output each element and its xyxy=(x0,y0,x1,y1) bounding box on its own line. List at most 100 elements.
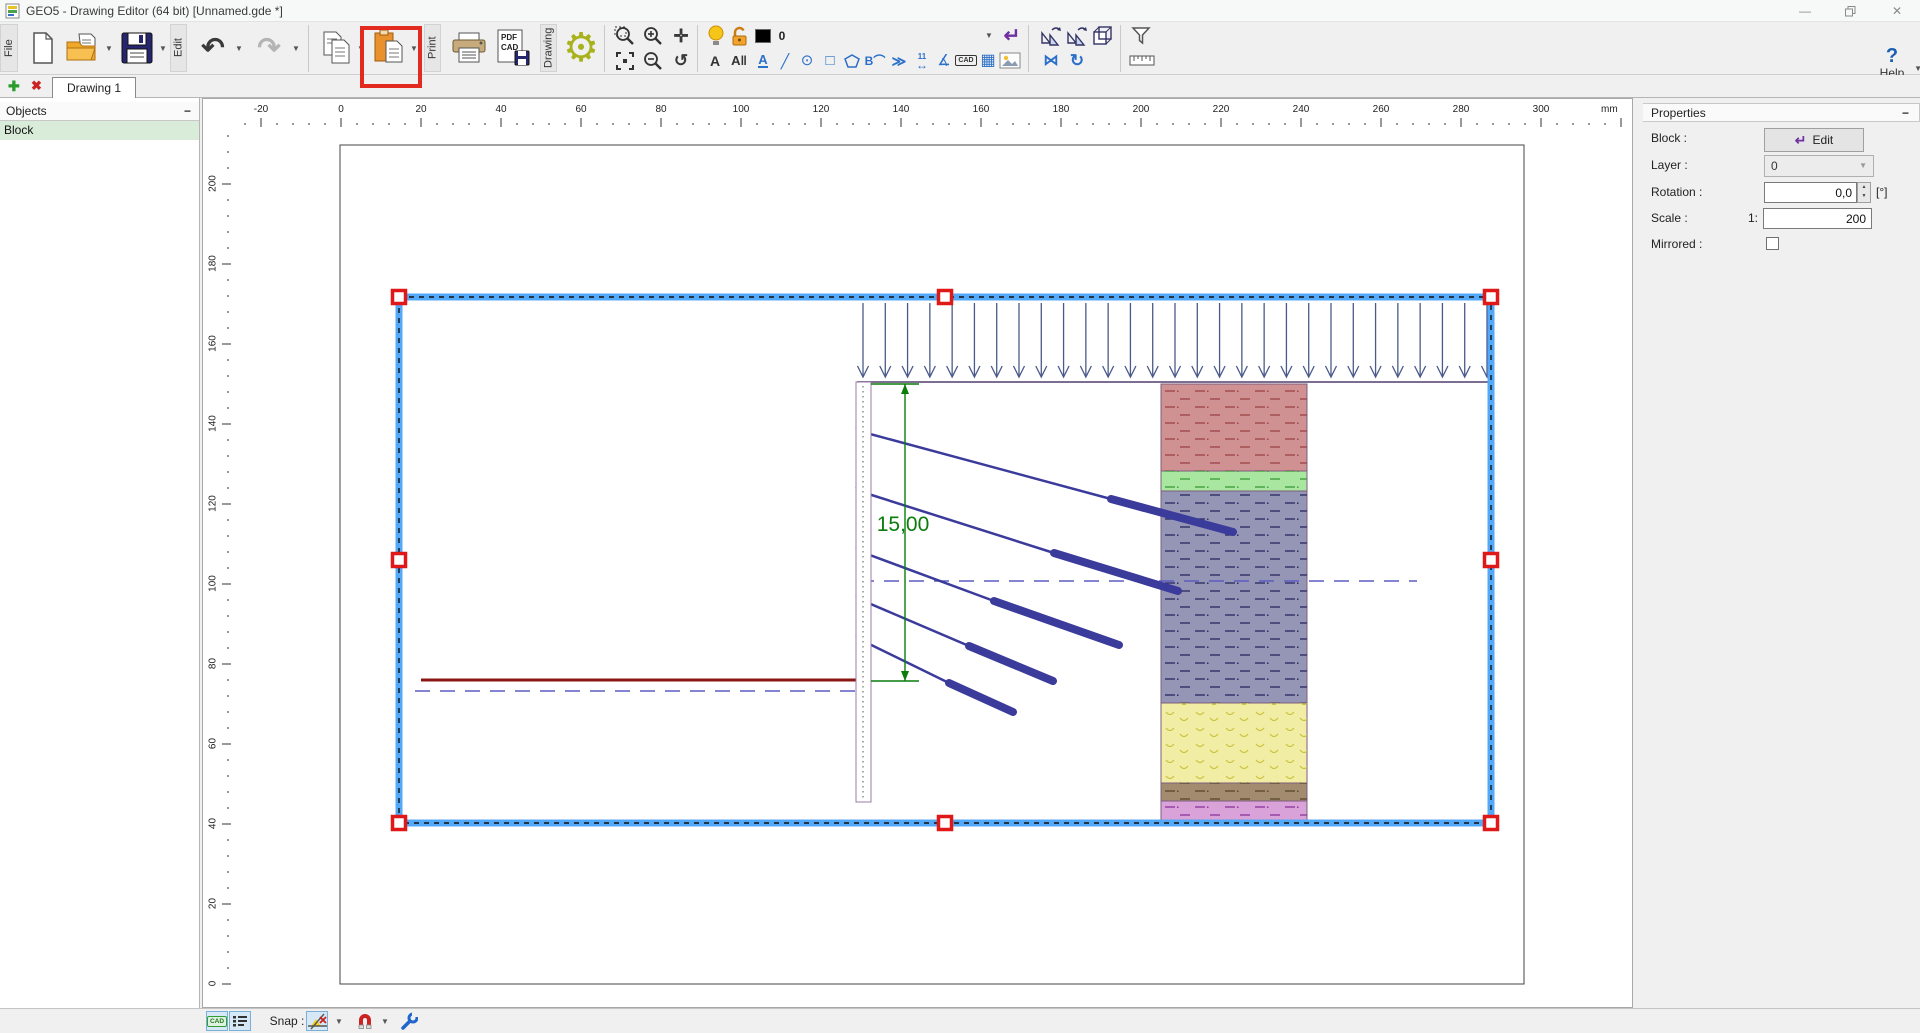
paste-format-icon[interactable] xyxy=(1064,24,1090,47)
drawing-area[interactable]: 15,00 xyxy=(203,99,1632,1007)
rotation-input[interactable]: 0,0 xyxy=(1764,182,1857,203)
save-icon[interactable] xyxy=(118,24,156,72)
magnet-snap-icon[interactable] xyxy=(354,1011,376,1031)
color-dropdown-field[interactable] xyxy=(748,26,998,46)
title-bar: GEO5 - Drawing Editor (64 bit) [Unnamed.… xyxy=(0,0,1920,22)
polygon-tool-icon[interactable] xyxy=(841,49,863,72)
block-edit-button[interactable]: ↵ Edit xyxy=(1764,128,1864,152)
multiline-tool-icon[interactable]: ≫ xyxy=(888,49,910,72)
copy-icon[interactable] xyxy=(318,24,356,72)
rotation-spinner[interactable]: ▲▼ xyxy=(1857,182,1871,203)
drawing-button[interactable]: Drawing xyxy=(540,24,557,72)
apply-style-icon[interactable]: ↵ xyxy=(1000,24,1024,47)
pan-icon[interactable]: ✛ xyxy=(668,24,694,47)
new-document-icon[interactable] xyxy=(26,24,60,72)
add-tab-icon[interactable]: ✚ xyxy=(8,78,20,95)
text-column-tool-icon[interactable]: A‖ xyxy=(727,49,751,72)
visibility-bulb-icon[interactable] xyxy=(704,24,728,47)
properties-panel: Properties − Block : ↵ Edit Layer : 0 ▼ … xyxy=(1643,98,1920,1008)
mirror-icon[interactable]: ⋈ xyxy=(1038,49,1064,72)
selection-handle[interactable] xyxy=(393,291,406,304)
snap-mode-dropdown[interactable]: ▼ xyxy=(333,1011,345,1031)
ruler-settings-icon[interactable] xyxy=(1128,49,1156,72)
layer-dropdown-caret: ▼ xyxy=(1859,161,1867,170)
help-dropdown[interactable]: ▼ xyxy=(1914,64,1920,73)
zoom-previous-icon[interactable]: ↺ xyxy=(668,49,694,72)
open-file-icon[interactable] xyxy=(64,24,102,72)
selection-handle[interactable] xyxy=(1485,554,1498,567)
printer-icon[interactable] xyxy=(448,24,490,72)
scale-input[interactable]: 200 xyxy=(1763,208,1872,229)
mirrored-label: Mirrored : xyxy=(1651,237,1702,251)
rectangle-tool-icon[interactable]: □ xyxy=(819,49,841,72)
print-button[interactable]: Print xyxy=(424,24,441,72)
cad-import-icon[interactable]: CAD xyxy=(954,49,978,72)
window-title: GEO5 - Drawing Editor (64 bit) [Unnamed.… xyxy=(26,4,283,18)
circle-tool-icon[interactable]: ⊙ xyxy=(796,49,818,72)
tab-drawing-1[interactable]: Drawing 1 xyxy=(52,77,136,98)
soil-layer-6-pattern xyxy=(1161,801,1307,822)
zoom-in-icon[interactable] xyxy=(640,24,666,47)
properties-panel-header: Properties − xyxy=(1643,103,1920,122)
properties-panel-title: Properties xyxy=(1651,106,1706,120)
table-tool-icon[interactable]: ▦ xyxy=(977,49,999,72)
scale-prefix-label: 1: xyxy=(1748,211,1758,225)
layers-display-toggle[interactable] xyxy=(229,1011,251,1031)
soil-layer-3-pattern xyxy=(1161,491,1307,703)
objects-panel-header: Objects − xyxy=(0,102,199,121)
selection-handle[interactable] xyxy=(1485,291,1498,304)
zoom-selection-icon[interactable] xyxy=(612,24,638,47)
properties-minimize-icon[interactable]: − xyxy=(1902,106,1909,120)
image-tool-icon[interactable] xyxy=(998,49,1022,72)
redo-icon[interactable]: ↷ xyxy=(250,24,288,72)
zoom-out-icon[interactable] xyxy=(640,49,666,72)
spline-tool-icon[interactable]: B⌒ xyxy=(863,49,887,72)
edit-button[interactable]: Edit xyxy=(170,24,187,72)
restore-button[interactable] xyxy=(1835,0,1865,22)
text-leader-tool-icon[interactable]: A xyxy=(752,49,774,72)
object-list-item-block[interactable]: Block xyxy=(0,121,199,140)
selection-handle[interactable] xyxy=(393,817,406,830)
snap-settings-wrench-icon[interactable] xyxy=(398,1011,420,1031)
line-tool-icon[interactable]: ╱ xyxy=(775,49,795,72)
close-button[interactable]: ✕ xyxy=(1882,0,1912,22)
undo-icon[interactable]: ↶ xyxy=(194,24,232,72)
selection-handle[interactable] xyxy=(1485,817,1498,830)
dimension-tool-icon[interactable]: 11↔ xyxy=(910,49,934,72)
minimize-button[interactable]: — xyxy=(1790,0,1820,22)
surcharge-load-arrows xyxy=(858,303,1493,377)
filter-icon[interactable] xyxy=(1128,24,1154,47)
snap-mode-button[interactable] xyxy=(306,1011,328,1031)
toolbar-separator xyxy=(308,25,309,72)
selection-handle[interactable] xyxy=(939,291,952,304)
svg-text:PDF: PDF xyxy=(501,33,517,42)
block-label: Block : xyxy=(1651,131,1687,145)
pdf-cad-export-icon[interactable]: PDFCAD xyxy=(492,24,534,72)
open-dropdown[interactable]: ▼ xyxy=(103,24,115,72)
selection-handle[interactable] xyxy=(939,817,952,830)
toolbar-separator xyxy=(1028,25,1029,72)
layer-label: Layer : xyxy=(1651,158,1688,172)
file-button[interactable]: File xyxy=(0,24,18,72)
save-dropdown[interactable]: ▼ xyxy=(157,24,169,72)
undo-dropdown[interactable]: ▼ xyxy=(233,24,245,72)
magnet-dropdown[interactable]: ▼ xyxy=(379,1011,391,1031)
settings-gear-icon[interactable]: ⚙ xyxy=(560,24,602,72)
zoom-fit-icon[interactable] xyxy=(612,49,638,72)
copy-format-icon[interactable] xyxy=(1038,24,1064,47)
soil-layer-5-pattern xyxy=(1161,783,1307,801)
copy-3d-view-icon[interactable] xyxy=(1090,24,1116,47)
close-tab-icon[interactable]: ✖ xyxy=(31,78,42,94)
rotate-icon[interactable]: ↻ xyxy=(1064,49,1090,72)
objects-minimize-icon[interactable]: − xyxy=(184,104,191,118)
redo-dropdown[interactable]: ▼ xyxy=(290,24,302,72)
mirrored-checkbox[interactable] xyxy=(1766,237,1779,250)
cad-display-toggle[interactable]: CAD xyxy=(206,1011,228,1031)
horizontal-ruler xyxy=(245,118,1621,127)
angle-tool-icon[interactable]: ∡ xyxy=(933,49,955,72)
text-tool-icon[interactable]: A xyxy=(704,49,726,72)
drawing-canvas[interactable]: -200204060801001201401601802002202402602… xyxy=(202,98,1633,1008)
selection-handle[interactable] xyxy=(393,554,406,567)
layer-dropdown[interactable]: 0 ▼ xyxy=(1764,155,1874,177)
objects-panel-title: Objects xyxy=(6,104,47,118)
